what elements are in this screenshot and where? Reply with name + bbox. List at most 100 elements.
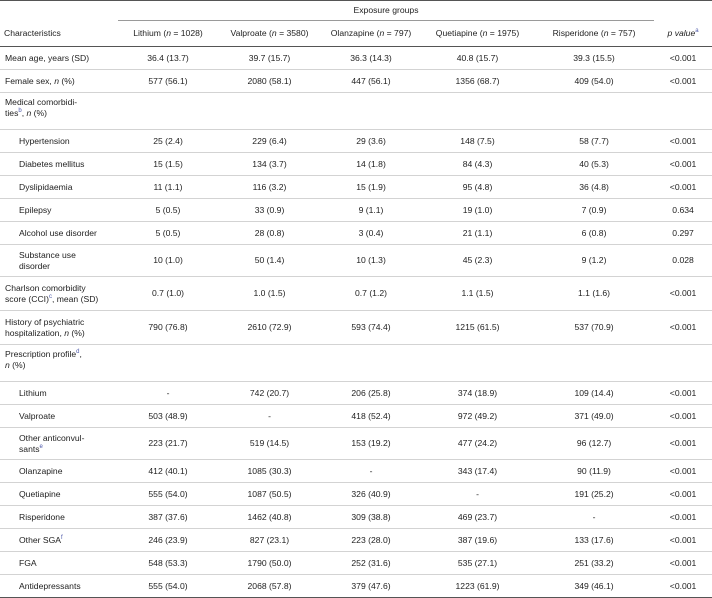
cell-value: 206 (25.8) xyxy=(321,381,421,405)
cell-value: 109 (14.4) xyxy=(534,381,655,405)
cell-value: 134 (3.7) xyxy=(218,152,321,176)
table-row: Mean age, years (SD) 36.4 (13.7) 39.7 (1… xyxy=(0,46,712,70)
cell-value: - xyxy=(321,459,421,483)
cell-value: 5 (0.5) xyxy=(118,221,218,245)
cell-value: 1790 (50.0) xyxy=(218,551,321,575)
cell-value: 246 (23.9) xyxy=(118,528,218,552)
cell-value: 1.1 (1.5) xyxy=(421,276,534,311)
table-row: Charlson comorbidity score (CCI)c, mean (… xyxy=(0,276,712,311)
cell-value: 790 (76.8) xyxy=(118,310,218,345)
cell-value: 153 (19.2) xyxy=(321,427,421,460)
row-label: Epilepsy xyxy=(0,198,118,222)
cell-value: 447 (56.1) xyxy=(321,69,421,93)
cell-value: 148 (7.5) xyxy=(421,129,534,153)
cell-value: 191 (25.2) xyxy=(534,482,655,506)
row-label: Other SGAf xyxy=(0,528,118,552)
cell-value: 229 (6.4) xyxy=(218,129,321,153)
header-columns-row: Characteristics Lithium (n = 1028) Valpr… xyxy=(0,20,712,47)
row-label: Risperidone xyxy=(0,505,118,529)
cell-value: 40.8 (15.7) xyxy=(421,46,534,70)
cell-value: 387 (37.6) xyxy=(118,505,218,529)
cell-value: 5 (0.5) xyxy=(118,198,218,222)
cell-value: - xyxy=(534,505,655,529)
cell-value: 40 (5.3) xyxy=(534,152,655,176)
p-value: 0.297 xyxy=(654,221,712,245)
cell-value: 95 (4.8) xyxy=(421,175,534,199)
col-header-valproate: Valproate (n = 3580) xyxy=(218,20,321,47)
table-row: Other SGAf 246 (23.9) 827 (23.1) 223 (28… xyxy=(0,528,712,552)
table-row: Risperidone 387 (37.6) 1462 (40.8) 309 (… xyxy=(0,505,712,529)
cell-value: 39.7 (15.7) xyxy=(218,46,321,70)
cell-value: 15 (1.9) xyxy=(321,175,421,199)
table-row: Female sex, n (%) 577 (56.1) 2080 (58.1)… xyxy=(0,69,712,93)
p-value: <0.001 xyxy=(654,69,712,93)
cell-value: 548 (53.3) xyxy=(118,551,218,575)
cell-value: 827 (23.1) xyxy=(218,528,321,552)
cell-value: 374 (18.9) xyxy=(421,381,534,405)
cell-value: 537 (70.9) xyxy=(534,310,655,345)
cell-value: 133 (17.6) xyxy=(534,528,655,552)
cell-value: 84 (4.3) xyxy=(421,152,534,176)
header-group-row: Exposure groups xyxy=(0,0,712,21)
characteristics-table: Exposure groups Characteristics Lithium … xyxy=(0,0,712,598)
cell-value: 477 (24.2) xyxy=(421,427,534,460)
p-value: <0.001 xyxy=(654,276,712,311)
cell-value: 0.7 (1.2) xyxy=(321,276,421,311)
cell-value: 10 (1.3) xyxy=(321,244,421,277)
section-label: Prescription profiled, n (%) xyxy=(0,344,118,382)
cell-value: 28 (0.8) xyxy=(218,221,321,245)
cell-value: 25 (2.4) xyxy=(118,129,218,153)
p-value: <0.001 xyxy=(654,427,712,460)
row-label: Substance use disorder xyxy=(0,244,118,277)
characteristics-header: Characteristics xyxy=(0,20,118,47)
cell-value: 9 (1.1) xyxy=(321,198,421,222)
table-row: Antidepressants 555 (54.0) 2068 (57.8) 3… xyxy=(0,574,712,598)
table-row: Olanzapine 412 (40.1) 1085 (30.3) - 343 … xyxy=(0,459,712,483)
col-header-olanzapine: Olanzapine (n = 797) xyxy=(321,20,421,47)
cell-value: 6 (0.8) xyxy=(534,221,655,245)
cell-value: 349 (46.1) xyxy=(534,574,655,598)
cell-value: - xyxy=(421,482,534,506)
row-label: Mean age, years (SD) xyxy=(0,46,118,70)
cell-value: 58 (7.7) xyxy=(534,129,655,153)
cell-value: 577 (56.1) xyxy=(118,69,218,93)
cell-value: 409 (54.0) xyxy=(534,69,655,93)
cell-value: 1.1 (1.6) xyxy=(534,276,655,311)
col-header-risperidone: Risperidone (n = 757) xyxy=(534,20,655,47)
row-label: FGA xyxy=(0,551,118,575)
table-row: Epilepsy 5 (0.5) 33 (0.9) 9 (1.1) 19 (1.… xyxy=(0,198,712,222)
p-value: <0.001 xyxy=(654,551,712,575)
table-row: Alcohol use disorder 5 (0.5) 28 (0.8) 3 … xyxy=(0,221,712,245)
p-value: <0.001 xyxy=(654,528,712,552)
cell-value: - xyxy=(118,381,218,405)
table-row: Diabetes mellitus 15 (1.5) 134 (3.7) 14 … xyxy=(0,152,712,176)
cell-value: 116 (3.2) xyxy=(218,175,321,199)
section-label: Medical comorbidi-tiesb, n (%) xyxy=(0,92,118,130)
col-header-quetiapine: Quetiapine (n = 1975) xyxy=(421,20,534,47)
cell-value: 503 (48.9) xyxy=(118,404,218,428)
p-value: 0.634 xyxy=(654,198,712,222)
cell-value: 36.4 (13.7) xyxy=(118,46,218,70)
cell-value: 90 (11.9) xyxy=(534,459,655,483)
cell-value: 251 (33.2) xyxy=(534,551,655,575)
p-value: <0.001 xyxy=(654,310,712,345)
table-row: Lithium - 742 (20.7) 206 (25.8) 374 (18.… xyxy=(0,381,712,405)
row-label: Alcohol use disorder xyxy=(0,221,118,245)
cell-value: 555 (54.0) xyxy=(118,574,218,598)
p-value-header: p valuea xyxy=(654,20,712,47)
cell-value: 39.3 (15.5) xyxy=(534,46,655,70)
cell-value: 1356 (68.7) xyxy=(421,69,534,93)
cell-value: 1087 (50.5) xyxy=(218,482,321,506)
cell-value: 0.7 (1.0) xyxy=(118,276,218,311)
exposure-groups-label: Exposure groups xyxy=(118,0,655,21)
p-value: <0.001 xyxy=(654,152,712,176)
cell-value: 371 (49.0) xyxy=(534,404,655,428)
cell-value: 387 (19.6) xyxy=(421,528,534,552)
p-value: <0.001 xyxy=(654,381,712,405)
cell-value: 1215 (61.5) xyxy=(421,310,534,345)
table-row: Other anticonvul-santse 223 (21.7) 519 (… xyxy=(0,427,712,460)
row-label: Other anticonvul-santse xyxy=(0,427,118,460)
cell-value: 10 (1.0) xyxy=(118,244,218,277)
footnote-marker: a xyxy=(695,28,699,35)
cell-value: 343 (17.4) xyxy=(421,459,534,483)
